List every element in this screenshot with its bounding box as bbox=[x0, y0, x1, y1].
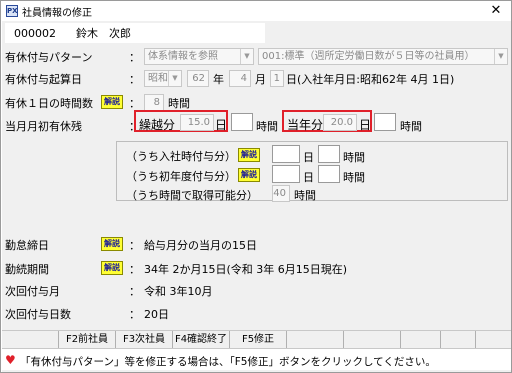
first-year-grant-hours-field[interactable] bbox=[318, 165, 340, 183]
current-year-hours-unit: 時間 bbox=[400, 120, 422, 133]
current-year-hours-field[interactable] bbox=[374, 113, 396, 131]
form-area: 000002 鈴木 次郎 有休付与パターン ： 体系情報を参照 ▼ 001:標準… bbox=[2, 21, 511, 372]
f3-next-employee-button[interactable]: F3次社員 bbox=[116, 331, 173, 349]
era-select[interactable]: 昭和 ▼ bbox=[144, 70, 182, 87]
grant-pattern-select-value: 001:標準（週所定労働日数が５日等の社員用） bbox=[262, 51, 475, 62]
joining-grant-hours-unit: 時間 bbox=[343, 151, 365, 164]
daily-hours-label: 有休１日の時間数 bbox=[5, 97, 93, 110]
daily-hours-unit: 時間 bbox=[168, 97, 190, 110]
carry-over-label: 繰越分 bbox=[139, 118, 176, 132]
chevron-down-icon: ▼ bbox=[494, 49, 507, 64]
daily-hours-field[interactable]: 8 bbox=[144, 94, 164, 111]
system-select-value: 体系情報を参照 bbox=[148, 51, 218, 62]
next-grant-month-label: 次回付与月 bbox=[5, 285, 60, 298]
first-year-grant-help-button[interactable]: 解説 bbox=[238, 168, 260, 182]
current-year-days-unit: 日 bbox=[359, 118, 372, 132]
status-message: 「有休付与パターン」等を修正する場合は、「F5修正」ボタンをクリックしてください… bbox=[20, 356, 436, 368]
joining-grant-hours-field[interactable] bbox=[318, 145, 340, 163]
carry-over-days-unit: 日 bbox=[215, 118, 228, 132]
window-title: 社員情報の修正 bbox=[22, 8, 92, 19]
first-year-grant-label: （うち初年度付与分） bbox=[126, 170, 236, 183]
colon: ： bbox=[129, 308, 140, 321]
employee-id: 000002 bbox=[5, 23, 65, 43]
f10-key[interactable] bbox=[476, 331, 511, 349]
colon: ： bbox=[129, 239, 140, 252]
carry-over-hours-unit: 時間 bbox=[256, 120, 278, 133]
next-grant-days-label: 次回付与日数 bbox=[5, 308, 71, 321]
hourly-available-field[interactable]: 40 bbox=[272, 185, 290, 202]
hire-date-note: (入社年月日:昭和62年 4月 1日) bbox=[297, 73, 455, 86]
month-field[interactable]: 4 bbox=[229, 70, 251, 87]
employee-name: 鈴木 次郎 bbox=[65, 23, 265, 43]
attendance-cutoff-value: 給与月分の当月の15日 bbox=[144, 239, 257, 252]
grant-pattern-select[interactable]: 001:標準（週所定労働日数が５日等の社員用） ▼ bbox=[258, 48, 508, 65]
attendance-cutoff-label: 勤怠締日 bbox=[5, 239, 49, 252]
year-unit: 年 bbox=[213, 73, 224, 86]
joining-grant-help-button[interactable]: 解説 bbox=[238, 148, 260, 162]
service-period-help-button[interactable]: 解説 bbox=[101, 261, 123, 275]
close-icon[interactable]: ✕ bbox=[489, 3, 503, 18]
year-field[interactable]: 62 bbox=[187, 70, 209, 87]
grant-start-label: 有休付与起算日 bbox=[5, 73, 82, 86]
month-unit: 月 bbox=[255, 73, 266, 86]
colon: ： bbox=[129, 73, 140, 86]
f2-prev-employee-button[interactable]: F2前社員 bbox=[59, 331, 116, 349]
carry-over-hours-field[interactable] bbox=[231, 113, 253, 131]
f6-key[interactable] bbox=[287, 331, 344, 349]
joining-grant-days-unit: 日 bbox=[303, 151, 314, 164]
system-select[interactable]: 体系情報を参照 ▼ bbox=[144, 48, 254, 65]
day-field[interactable]: 1 bbox=[270, 70, 284, 87]
attendance-cutoff-help-button[interactable]: 解説 bbox=[101, 237, 123, 251]
first-year-grant-hours-unit: 時間 bbox=[343, 171, 365, 184]
service-period-value: 34年 2か月15日(令和 3年 6月15日現在) bbox=[144, 263, 348, 276]
hourly-available-unit: 時間 bbox=[294, 189, 316, 202]
f9-key[interactable] bbox=[441, 331, 476, 349]
remaining-leave-label: 当月月初有休残 bbox=[5, 120, 82, 133]
f5-edit-button[interactable]: F5修正 bbox=[230, 331, 287, 349]
title-bar: PX 社員情報の修正 ✕ bbox=[1, 1, 511, 21]
app-icon: PX bbox=[6, 5, 18, 17]
chevron-down-icon: ▼ bbox=[240, 49, 253, 64]
chevron-down-icon: ▼ bbox=[168, 71, 181, 86]
era-select-value: 昭和 bbox=[148, 73, 168, 84]
daily-hours-help-button[interactable]: 解説 bbox=[101, 95, 123, 109]
grant-pattern-label: 有休付与パターン bbox=[5, 51, 93, 64]
f8-key[interactable] bbox=[401, 331, 441, 349]
function-key-bar: F2前社員 F3次社員 F4確認終了 F5修正 bbox=[2, 330, 511, 349]
f1-key[interactable] bbox=[2, 331, 59, 349]
joining-grant-label: （うち入社時付与分） bbox=[126, 150, 236, 163]
joining-grant-days-field[interactable] bbox=[272, 145, 300, 163]
first-year-grant-days-field[interactable] bbox=[272, 165, 300, 183]
day-unit: 日 bbox=[286, 73, 297, 86]
current-year-days-field[interactable]: 20.0 bbox=[323, 114, 357, 131]
heart-icon: ♥ bbox=[5, 353, 16, 367]
first-year-grant-days-unit: 日 bbox=[303, 171, 314, 184]
next-grant-month-value: 令和 3年10月 bbox=[144, 285, 213, 298]
next-grant-days-value: 20日 bbox=[144, 308, 169, 321]
colon: ： bbox=[129, 97, 140, 110]
colon: ： bbox=[129, 51, 140, 64]
employee-edit-window: PX 社員情報の修正 ✕ 000002 鈴木 次郎 有休付与パターン ： 体系情… bbox=[0, 0, 512, 373]
f4-confirm-exit-button[interactable]: F4確認終了 bbox=[173, 331, 230, 349]
service-period-label: 勤続期間 bbox=[5, 263, 49, 276]
colon: ： bbox=[129, 263, 140, 276]
status-bar: ♥ 「有休付与パターン」等を修正する場合は、「F5修正」ボタンをクリックしてくだ… bbox=[2, 348, 511, 370]
hourly-available-label: （うち時間で取得可能分） bbox=[126, 189, 258, 202]
f7-key[interactable] bbox=[344, 331, 401, 349]
colon: ： bbox=[129, 285, 140, 298]
carry-over-days-field[interactable]: 15.0 bbox=[180, 114, 214, 131]
current-year-label: 当年分 bbox=[287, 118, 324, 132]
